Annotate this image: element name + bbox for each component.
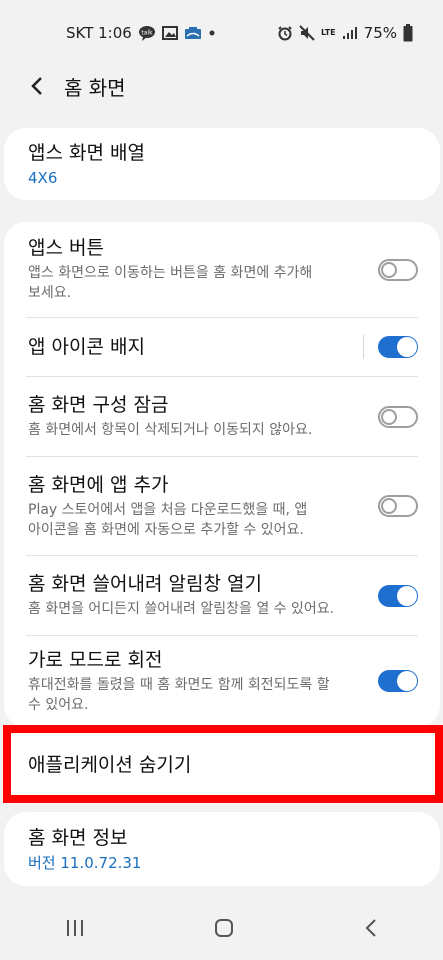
back-nav-icon: [365, 919, 376, 937]
about-title: 홈 화면 정보: [28, 826, 128, 849]
battery-icon: [403, 24, 413, 42]
about-row[interactable]: 홈 화면 정보 버전 11.0.72.31: [4, 812, 440, 886]
apps-layout-text: 앱스 화면 배열 4X6: [28, 141, 418, 188]
alarm-icon: [277, 25, 293, 41]
setting-text: 가로 모드로 회전 휴대전화를 돌렸을 때 홈 화면도 함께 회전되도록 할 수…: [28, 648, 378, 715]
home-button[interactable]: [214, 918, 234, 942]
app-bar: 홈 화면: [0, 62, 443, 110]
setting-text: 홈 화면에 앱 추가 Play 스토어에서 앱을 처음 다운로드했을 때, 앱 …: [28, 473, 378, 540]
setting-text: 홈 화면 구성 잠금 홈 화면에서 항목이 삭제되거나 이동되지 않아요.: [28, 393, 378, 440]
setting-row-lock-layout[interactable]: 홈 화면 구성 잠금 홈 화면에서 항목이 삭제되거나 이동되지 않아요.: [4, 377, 440, 456]
setting-desc: 휴대전화를 돌렸을 때 홈 화면도 함께 회전되도록 할 수 있어요.: [28, 676, 330, 713]
about-text: 홈 화면 정보 버전 11.0.72.31: [28, 826, 418, 873]
setting-title: 홈 화면에 앱 추가: [28, 473, 169, 496]
setting-title: 가로 모드로 회전: [28, 648, 163, 671]
apps-layout-value: 4X6: [28, 168, 58, 187]
setting-title: 앱 아이콘 배지: [28, 336, 145, 358]
about-version: 버전 11.0.72.31: [28, 853, 142, 872]
home-icon: [215, 919, 234, 937]
setting-row-apps-button[interactable]: 앱스 버튼 앱스 화면으로 이동하는 버튼을 홈 화면에 추가해 보세요.: [4, 222, 440, 317]
status-right: LTE 75%: [277, 24, 413, 42]
settings-card: 앱스 버튼 앱스 화면으로 이동하는 버튼을 홈 화면에 추가해 보세요. 앱 …: [4, 222, 440, 727]
setting-title: 홈 화면 쓸어내려 알림창 열기: [28, 573, 262, 595]
icon-badge-toggle[interactable]: [378, 336, 418, 358]
recent-apps-icon: [66, 920, 83, 936]
setting-title: 홈 화면 구성 잠금: [28, 394, 169, 416]
apps-layout-title: 앱스 화면 배열: [28, 141, 145, 164]
swipe-down-toggle[interactable]: [378, 584, 418, 607]
setting-text: 앱스 버튼 앱스 화면으로 이동하는 버튼을 홈 화면에 추가해 보세요.: [28, 236, 378, 303]
about-card[interactable]: 홈 화면 정보 버전 11.0.72.31: [4, 812, 440, 886]
signal-icon: [342, 26, 358, 40]
chat-icon: talk: [138, 25, 156, 41]
gallery-icon: [161, 26, 178, 40]
lock-layout-toggle[interactable]: [378, 405, 418, 428]
apps-layout-card[interactable]: 앱스 화면 배열 4X6: [4, 128, 440, 200]
mute-icon: [299, 25, 315, 41]
more-notifications-dot: [208, 29, 216, 37]
chevron-left-icon: [31, 77, 42, 95]
apps-layout-row[interactable]: 앱스 화면 배열 4X6: [4, 128, 440, 200]
vertical-separator: [363, 335, 364, 359]
recent-apps-button[interactable]: [65, 919, 85, 941]
app-notification-icon: [184, 26, 202, 40]
carrier-time: SKT 1:06: [66, 24, 132, 42]
apps-button-toggle[interactable]: [378, 258, 418, 281]
rotate-toggle[interactable]: [378, 670, 418, 692]
setting-desc: Play 스토어에서 앱을 처음 다운로드했을 때, 앱 아이콘을 홈 화면에 …: [28, 501, 308, 538]
setting-text: 홈 화면 쓸어내려 알림창 열기 홈 화면을 어디든지 쓸어내려 알림창을 열 …: [28, 572, 378, 619]
setting-row-swipe-down[interactable]: 홈 화면 쓸어내려 알림창 열기 홈 화면을 어디든지 쓸어내려 알림창을 열 …: [4, 556, 440, 635]
page-title: 홈 화면: [64, 75, 126, 100]
setting-row-badge[interactable]: 앱 아이콘 배지: [4, 318, 440, 376]
setting-desc: 홈 화면을 어디든지 쓸어내려 알림창을 열 수 있어요.: [28, 601, 335, 617]
setting-desc: 홈 화면에서 항목이 삭제되거나 이동되지 않아요.: [28, 422, 313, 438]
back-button[interactable]: [22, 71, 52, 101]
setting-desc: 앱스 화면으로 이동하는 버튼을 홈 화면에 추가해 보세요.: [28, 265, 313, 301]
status-bar: SKT 1:06 talk LTE 75%: [0, 0, 443, 66]
battery-percent: 75%: [363, 24, 397, 42]
add-apps-toggle[interactable]: [378, 495, 418, 517]
lte-label: LTE: [320, 28, 336, 37]
setting-row-add-apps[interactable]: 홈 화면에 앱 추가 Play 스토어에서 앱을 처음 다운로드했을 때, 앱 …: [4, 457, 440, 555]
highlight-box: [3, 725, 443, 803]
setting-text: 앱 아이콘 배지: [28, 335, 363, 359]
setting-row-rotate[interactable]: 가로 모드로 회전 휴대전화를 돌렸을 때 홈 화면도 함께 회전되도록 할 수…: [4, 636, 440, 726]
lte-icon: LTE: [321, 29, 336, 37]
status-left: SKT 1:06 talk: [66, 24, 216, 42]
back-nav-button[interactable]: [364, 918, 378, 942]
setting-title: 앱스 버튼: [28, 237, 104, 259]
navigation-bar: [0, 900, 443, 960]
svg-text:talk: talk: [141, 30, 153, 37]
